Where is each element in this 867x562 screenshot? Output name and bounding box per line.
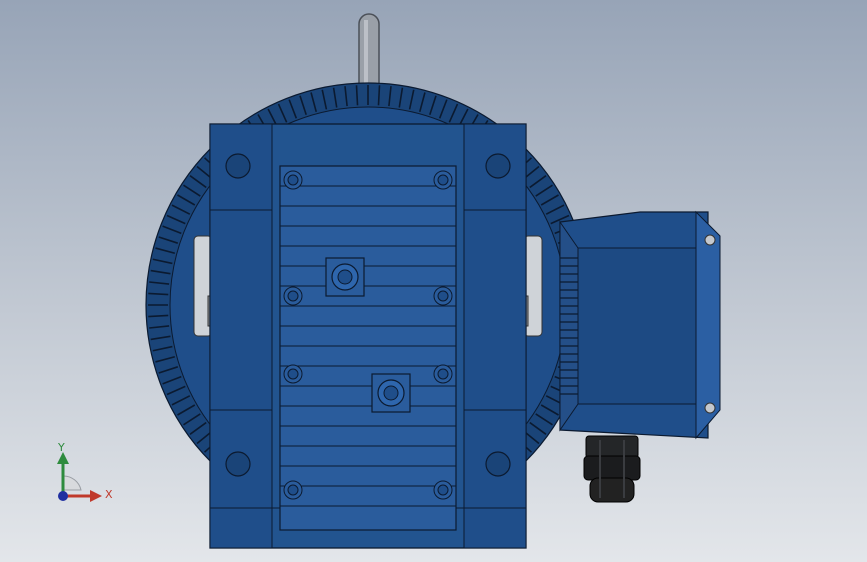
y-axis-label: Y (57, 441, 65, 454)
output-shaft-boss-lower[interactable] (371, 373, 411, 413)
cable-gland[interactable] (583, 435, 641, 503)
output-shaft-boss-upper[interactable] (325, 257, 365, 297)
x-axis-label: X (105, 488, 113, 501)
z-axis-dot (58, 491, 68, 501)
axis-triad: Y X (57, 441, 113, 502)
terminal-box[interactable] (559, 210, 721, 440)
cad-viewport[interactable] (0, 0, 867, 562)
gearbox-cover[interactable] (279, 165, 457, 531)
